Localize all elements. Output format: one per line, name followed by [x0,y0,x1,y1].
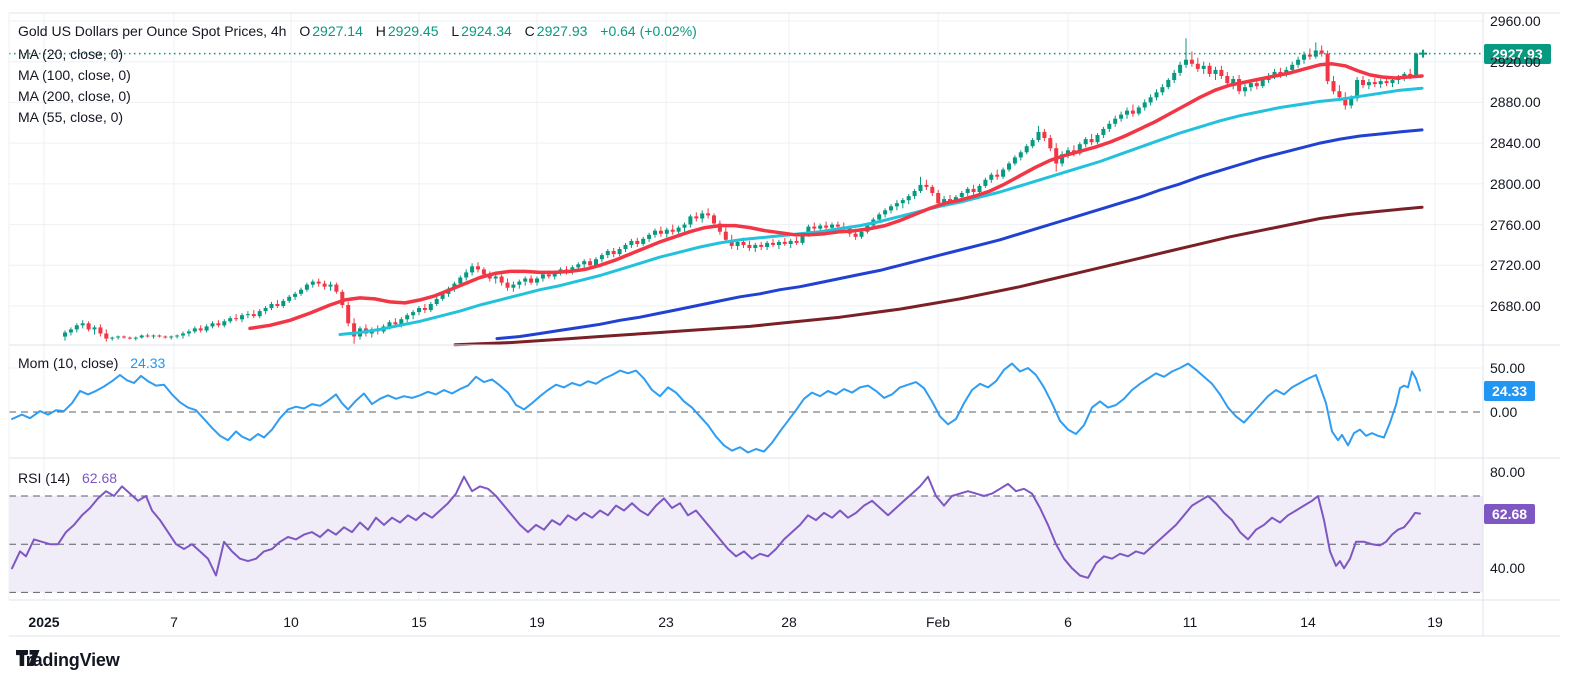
time-tick-10: 10 [283,614,299,630]
momentum-tick-0.00: 0.00 [1490,404,1518,420]
momentum-tick-50.00: 50.00 [1490,360,1526,376]
tradingview-chart-window: Gold US Dollars per Ounce Spot Prices, 4… [0,0,1569,685]
tradingview-logo[interactable]: TradingView [16,650,120,671]
high-value: 2929.45 [387,23,439,39]
time-tick-28: 28 [781,614,797,630]
time-tick-7: 7 [170,614,178,630]
time-tick-2025: 2025 [28,614,60,630]
time-tick-14: 14 [1300,614,1316,630]
momentum-legend[interactable]: Mom (10, close) 24.33 [18,354,165,372]
price-tick-2800.00: 2800.00 [1490,175,1541,192]
close-label: C [524,23,535,39]
momentum-label: Mom (10, close) [18,355,119,371]
price-tick-2720.00: 2720.00 [1490,257,1541,274]
time-tick-19: 19 [529,614,545,630]
ma-200-legend[interactable]: MA (200, close, 0) [18,87,131,105]
price-tick-2880.00: 2880.00 [1490,94,1541,111]
time-tick-Feb: Feb [925,614,951,630]
price-tick-2960.00: 2960.00 [1490,13,1541,29]
price-tick-2760.00: 2760.00 [1490,216,1541,233]
price-tick-2920.00: 2920.00 [1490,53,1541,70]
price-tick-2680.00: 2680.00 [1490,298,1541,314]
symbol-title: Gold US Dollars per Ounce Spot Prices, 4… [18,23,287,39]
momentum-value: 24.33 [130,355,166,371]
tradingview-logo-icon [16,650,40,666]
price-tick-2840.00: 2840.00 [1490,135,1541,152]
symbol-legend[interactable]: Gold US Dollars per Ounce Spot Prices, 4… [18,22,699,40]
rsi-legend[interactable]: RSI (14) 62.68 [18,469,117,487]
change-value: +0.64 (+0.02%) [600,23,697,39]
rsi-tick-80.00: 80.00 [1490,463,1526,480]
open-label: O [299,23,311,39]
time-tick-19: 19 [1427,614,1443,630]
close-value: 2927.93 [536,23,588,39]
ma-55-legend[interactable]: MA (55, close, 0) [18,108,123,126]
low-label: L [451,23,460,39]
momentum-value-badge: 24.33 [1484,380,1536,401]
chart-canvas[interactable] [0,0,1569,685]
time-tick-6: 6 [1064,614,1072,630]
time-axis[interactable] [9,600,1483,636]
low-value: 2924.34 [461,23,512,39]
time-tick-23: 23 [658,614,674,630]
rsi-value-badge: 62.68 [1484,503,1536,524]
rsi-label: RSI (14) [18,470,71,486]
open-value: 2927.14 [312,23,363,39]
time-tick-15: 15 [411,614,427,630]
rsi-tick-40.00: 40.00 [1490,560,1526,577]
ma-20-legend[interactable]: MA (20, close, 0) [18,45,123,63]
time-tick-11: 11 [1182,614,1198,630]
ma-100-legend[interactable]: MA (100, close, 0) [18,66,131,84]
rsi-value: 62.68 [82,470,118,486]
high-label: H [375,23,386,39]
